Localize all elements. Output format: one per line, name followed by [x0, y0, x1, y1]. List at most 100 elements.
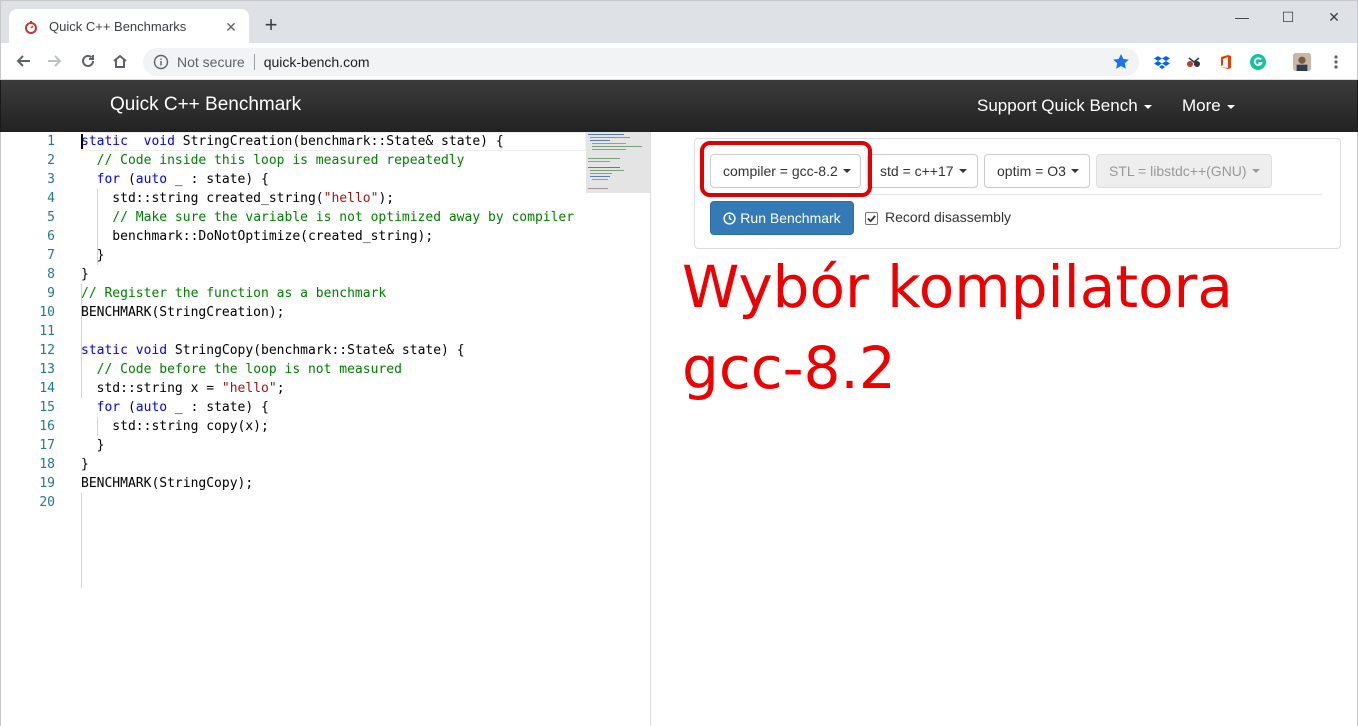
caret-down-icon: [1226, 104, 1235, 109]
code-line[interactable]: }: [81, 455, 574, 474]
code-token: ;: [276, 381, 285, 396]
extension-icon[interactable]: [1185, 53, 1203, 71]
annotation-line-2: gcc-8.2: [682, 334, 896, 402]
stl-dropdown: STL = libstdc++(GNU): [1096, 154, 1272, 188]
office-icon[interactable]: [1217, 53, 1235, 71]
code-line[interactable]: // Make sure the variable is not optimiz…: [81, 208, 574, 227]
tab-title: Quick C++ Benchmarks: [49, 19, 187, 34]
line-number: 9: [47, 286, 55, 301]
compiler-highlight-box: [700, 141, 872, 197]
line-number: 14: [39, 381, 55, 396]
site-brand[interactable]: Quick C++ Benchmark: [110, 94, 301, 116]
code-token: _ : state) {: [167, 400, 269, 415]
tab-close-icon[interactable]: ✕: [223, 19, 239, 35]
code-line[interactable]: std::string copy(x);: [81, 417, 574, 436]
code-line[interactable]: // Code inside this loop is measured rep…: [81, 151, 574, 170]
indent-guide: [97, 417, 98, 436]
line-number: 20: [39, 495, 55, 510]
code-line[interactable]: for (auto _ : state) {: [81, 170, 574, 189]
line-number: 11: [39, 324, 55, 339]
security-label: Not secure: [177, 54, 245, 70]
more-menu[interactable]: More: [1182, 96, 1235, 116]
annotation-line-1: Wybór kompilatora: [682, 253, 1233, 321]
line-number: 13: [39, 362, 55, 377]
line-number: 12: [39, 343, 55, 358]
grammarly-icon[interactable]: [1249, 53, 1267, 71]
code-line[interactable]: BENCHMARK(StringCopy);: [81, 474, 574, 493]
code-token: }: [81, 438, 105, 453]
new-tab-button[interactable]: +: [259, 13, 283, 37]
line-number: 3: [47, 172, 55, 187]
std-dropdown[interactable]: std = c++17: [867, 154, 978, 188]
code-token: benchmark::DoNotOptimize(created_string)…: [81, 229, 434, 244]
record-disassembly-checkbox[interactable]: [865, 212, 878, 225]
record-disassembly-label[interactable]: Record disassembly: [885, 209, 1011, 225]
support-quick-bench-menu[interactable]: Support Quick Bench: [977, 96, 1152, 116]
address-bar[interactable]: Not secure quick-bench.com: [143, 48, 1139, 76]
minimap-line: [588, 161, 610, 162]
line-number: 17: [39, 438, 55, 453]
quick-bench-favicon-icon: [23, 19, 39, 35]
code-token: // Register the function as a benchmark: [81, 286, 387, 301]
url-text[interactable]: quick-bench.com: [264, 54, 370, 70]
code-editor[interactable]: 1 2 3 4 5 6 7 8 9 10 11 12 13 14 15 16 17 18 19 20 static v…: [0, 132, 665, 726]
line-number: 2: [47, 153, 55, 168]
code-line[interactable]: // Register the function as a benchmark: [81, 284, 574, 303]
close-window-button[interactable]: ✕: [1311, 7, 1357, 27]
minimap-line: [590, 140, 610, 141]
line-number: 1: [47, 134, 55, 149]
code-line[interactable]: static void StringCreation(benchmark::St…: [81, 132, 574, 151]
code-token: void: [143, 134, 175, 149]
forward-arrow-icon[interactable]: [43, 49, 67, 73]
code-token: "hello": [323, 191, 379, 206]
code-line[interactable]: [81, 322, 574, 341]
omnibox-separator: [253, 54, 255, 70]
std-value: std = c++17: [880, 163, 954, 179]
code-line[interactable]: }: [81, 265, 574, 284]
site-navbar: Quick C++ Benchmark Support Quick Bench …: [0, 80, 1358, 132]
code-token: static: [81, 343, 128, 358]
code-token: std::string x =: [81, 381, 222, 396]
back-arrow-icon[interactable]: [11, 49, 35, 73]
bookmark-star-icon[interactable]: [1111, 52, 1131, 72]
code-line[interactable]: std::string x = "hello";: [81, 379, 574, 398]
code-line[interactable]: }: [81, 436, 574, 455]
browser-tab[interactable]: Quick C++ Benchmarks ✕: [9, 9, 249, 44]
code-line[interactable]: [81, 493, 574, 512]
code-lines[interactable]: static void StringCreation(benchmark::St…: [81, 132, 574, 512]
code-line[interactable]: for (auto _ : state) {: [81, 398, 574, 417]
code-token: // Code before the loop is not measured: [96, 362, 402, 377]
code-line[interactable]: }: [81, 246, 574, 265]
code-line[interactable]: static void StringCopy(benchmark::State&…: [81, 341, 574, 360]
profile-avatar[interactable]: [1293, 53, 1311, 71]
maximize-button[interactable]: ☐: [1265, 7, 1311, 27]
minimize-button[interactable]: —: [1219, 7, 1265, 27]
code-token: void: [135, 343, 168, 358]
code-token: (: [120, 172, 136, 187]
minimap-line: [590, 173, 612, 174]
dropbox-icon[interactable]: [1153, 53, 1171, 71]
code-line[interactable]: // Code before the loop is not measured: [81, 360, 574, 379]
code-minimap[interactable]: [586, 132, 651, 193]
minimap-line: [588, 158, 620, 159]
reload-icon[interactable]: [76, 49, 100, 73]
code-line[interactable]: std::string created_string("hello");: [81, 189, 574, 208]
code-token: }: [81, 457, 89, 472]
results-pane: compiler = gcc-8.2 std = c++17 optim = O…: [651, 132, 1358, 726]
minimap-line: [590, 137, 630, 138]
menu-icon[interactable]: [1327, 53, 1345, 71]
line-number-gutter: 1 2 3 4 5 6 7 8 9 10 11 12 13 14 15 16 17 18 19 20: [1, 132, 57, 512]
code-line[interactable]: BENCHMARK(StringCreation);: [81, 303, 574, 322]
code-line[interactable]: benchmark::DoNotOptimize(created_string)…: [81, 227, 574, 246]
run-benchmark-button[interactable]: Run Benchmark: [710, 201, 854, 235]
minimap-line: [588, 167, 620, 168]
minimap-viewport[interactable]: [586, 132, 651, 193]
clock-icon: [723, 211, 736, 225]
info-icon[interactable]: [153, 54, 169, 70]
optim-dropdown[interactable]: optim = O3: [984, 154, 1090, 188]
support-menu-label: Support Quick Bench: [977, 96, 1138, 115]
minimap-line: [588, 188, 608, 189]
code-token: std::string copy(x);: [81, 419, 269, 434]
home-icon[interactable]: [108, 49, 132, 73]
